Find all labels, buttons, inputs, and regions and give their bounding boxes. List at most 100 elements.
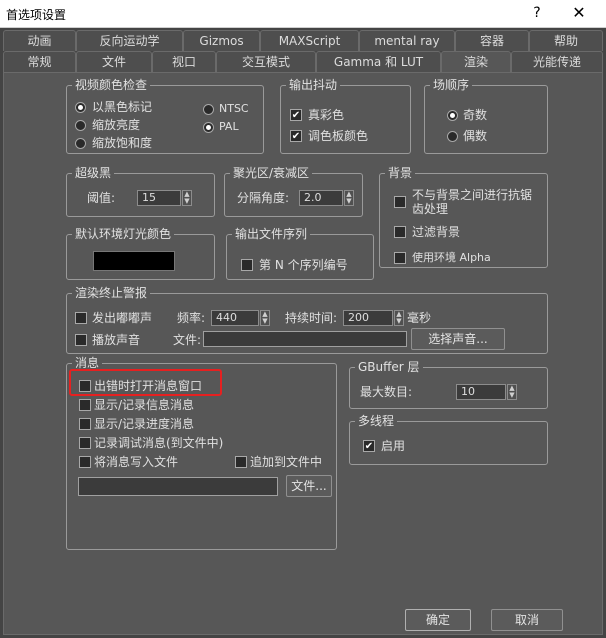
- rendering-panel: 视频颜色检查 以黑色标记 缩放亮度 缩放饱和度 NTSC PAL 输出抖动 ✔ …: [3, 72, 603, 635]
- help-icon[interactable]: ?: [526, 2, 548, 24]
- beep-checkbox[interactable]: [75, 312, 87, 324]
- tab-radiosity[interactable]: 光能传递: [511, 51, 603, 72]
- nth-serial-checkbox[interactable]: [241, 259, 253, 271]
- freq-label: 频率:: [177, 311, 206, 325]
- checkbox-label: 不与背景之间进行抗锯齿处理: [412, 188, 533, 216]
- group-title: 渲染终止警报: [72, 285, 151, 301]
- choose-sound-button[interactable]: 选择声音...: [411, 328, 505, 350]
- video-color-check-group: 视频颜色检查 以黑色标记 缩放亮度 缩放饱和度 NTSC PAL: [66, 77, 264, 154]
- tab-gizmos[interactable]: Gizmos: [183, 30, 260, 51]
- message-file-button[interactable]: 文件...: [286, 475, 332, 497]
- checkbox-label: 第 N 个序列编号: [259, 258, 348, 272]
- group-title: 默认环境灯光颜色: [72, 226, 175, 242]
- ambient-light-group: 默认环境灯光颜色: [66, 226, 215, 280]
- group-title: 输出文件序列: [232, 226, 311, 242]
- tab-container[interactable]: 容器: [455, 30, 529, 51]
- sound-file-input[interactable]: [203, 331, 407, 347]
- angle-spinner[interactable]: ▲ ▼: [344, 190, 354, 206]
- file-label: 文件:: [173, 333, 202, 347]
- tab-viewports[interactable]: 视口: [152, 51, 216, 72]
- threshold-input[interactable]: 15: [137, 190, 181, 206]
- freq-input[interactable]: 440: [211, 310, 259, 326]
- close-icon[interactable]: ✕: [566, 2, 592, 24]
- radio-label: 奇数: [463, 108, 488, 122]
- highlight-box: [69, 369, 222, 396]
- tab-animation[interactable]: 动画: [3, 30, 76, 51]
- render-termination-group: 渲染终止警报 发出嘟嘟声 频率: 440 ▲ ▼ 持续时间: 200 ▲ ▼ 毫秒 …: [66, 285, 548, 354]
- message-file-input[interactable]: [78, 477, 278, 496]
- checkbox-label: 记录调试消息(到文件中): [94, 436, 224, 450]
- group-title: GBuffer 层: [355, 359, 423, 375]
- play-sound-checkbox[interactable]: [75, 334, 87, 346]
- radio-label: 以黑色标记: [92, 100, 153, 114]
- group-title: 超级黑: [72, 165, 115, 181]
- max-layers-input[interactable]: 10: [456, 384, 506, 400]
- checkbox-label: 调色板颜色: [308, 129, 369, 143]
- duration-input[interactable]: 200: [343, 310, 393, 326]
- group-title: 聚光区/衰减区: [230, 165, 313, 181]
- radio-pal[interactable]: [203, 122, 214, 133]
- tab-help[interactable]: 帮助: [529, 30, 603, 51]
- radio-label: NTSC: [219, 102, 249, 115]
- super-black-group: 超级黑 阈值: 15 ▲ ▼: [66, 165, 215, 217]
- max-layers-spinner[interactable]: ▲ ▼: [507, 384, 517, 400]
- log-debug-checkbox[interactable]: [79, 437, 91, 449]
- radio-label: 偶数: [463, 129, 488, 143]
- ms-label: 毫秒: [407, 311, 432, 325]
- show-info-checkbox[interactable]: [79, 399, 91, 411]
- tab-interaction-mode[interactable]: 交互模式: [216, 51, 316, 72]
- gbuffer-group: GBuffer 层 最大数目: 10 ▲ ▼: [349, 359, 548, 409]
- palette-checkbox[interactable]: ✔: [290, 130, 302, 142]
- checkbox-label: 播放声音: [92, 333, 141, 347]
- radio-label: PAL: [219, 120, 239, 133]
- radio-scale-saturation[interactable]: [75, 138, 86, 149]
- checkbox-label: 启用: [381, 439, 406, 453]
- antialias-bg-checkbox[interactable]: [394, 196, 406, 208]
- env-alpha-checkbox[interactable]: [394, 252, 406, 264]
- checkbox-label: 使用环境 Alpha: [412, 251, 491, 264]
- radio-flag-black[interactable]: [75, 102, 86, 113]
- radio-ntsc[interactable]: [203, 104, 214, 115]
- window-title: 首选项设置: [6, 8, 67, 22]
- preferences-dialog: 动画 反向运动学 Gizmos MAXScript mental ray 容器 …: [0, 28, 606, 638]
- group-title: 背景: [385, 165, 416, 181]
- write-to-file-checkbox[interactable]: [79, 456, 91, 468]
- title-bar: 首选项设置 ? ✕: [0, 0, 606, 28]
- angle-label: 分隔角度:: [237, 191, 290, 205]
- radio-odd[interactable]: [447, 110, 458, 121]
- threshold-spinner[interactable]: ▲ ▼: [182, 190, 192, 206]
- tab-mental-ray[interactable]: mental ray: [359, 30, 455, 51]
- duration-spinner[interactable]: ▲ ▼: [394, 310, 404, 326]
- tab-gamma-lut[interactable]: Gamma 和 LUT: [316, 51, 441, 72]
- ambient-color-swatch[interactable]: [93, 251, 175, 271]
- tab-ik[interactable]: 反向运动学: [76, 30, 183, 51]
- radio-even[interactable]: [447, 131, 458, 142]
- group-title: 场顺序: [430, 77, 473, 93]
- tab-general[interactable]: 常规: [3, 51, 76, 72]
- hotspot-falloff-group: 聚光区/衰减区 分隔角度: 2.0 ▲ ▼: [224, 165, 363, 217]
- filter-bg-checkbox[interactable]: [394, 226, 406, 238]
- ok-button[interactable]: 确定: [405, 609, 471, 631]
- radio-scale-luma[interactable]: [75, 120, 86, 131]
- cancel-button[interactable]: 取消: [491, 609, 563, 631]
- checkbox-label: 追加到文件中: [250, 455, 323, 469]
- checkbox-label: 真彩色: [308, 108, 345, 122]
- group-title: 输出抖动: [286, 77, 341, 93]
- output-sequence-group: 输出文件序列 第 N 个序列编号: [226, 226, 374, 280]
- tab-files[interactable]: 文件: [76, 51, 152, 72]
- checkbox-label: 显示/记录进度消息: [94, 417, 195, 431]
- tab-rendering[interactable]: 渲染: [441, 51, 511, 74]
- duration-label: 持续时间:: [285, 311, 338, 325]
- true-color-checkbox[interactable]: ✔: [290, 109, 302, 121]
- radio-label: 缩放亮度: [92, 118, 141, 132]
- angle-input[interactable]: 2.0: [299, 190, 343, 206]
- checkbox-label: 显示/记录信息消息: [94, 398, 195, 412]
- freq-spinner[interactable]: ▲ ▼: [260, 310, 270, 326]
- append-checkbox[interactable]: [235, 456, 247, 468]
- show-progress-checkbox[interactable]: [79, 418, 91, 430]
- enable-multithread-checkbox[interactable]: ✔: [363, 440, 375, 452]
- output-dither-group: 输出抖动 ✔ 真彩色 ✔ 调色板颜色: [280, 77, 411, 154]
- tab-maxscript[interactable]: MAXScript: [260, 30, 359, 51]
- checkbox-label: 将消息写入文件: [94, 455, 179, 469]
- group-title: 多线程: [355, 413, 398, 429]
